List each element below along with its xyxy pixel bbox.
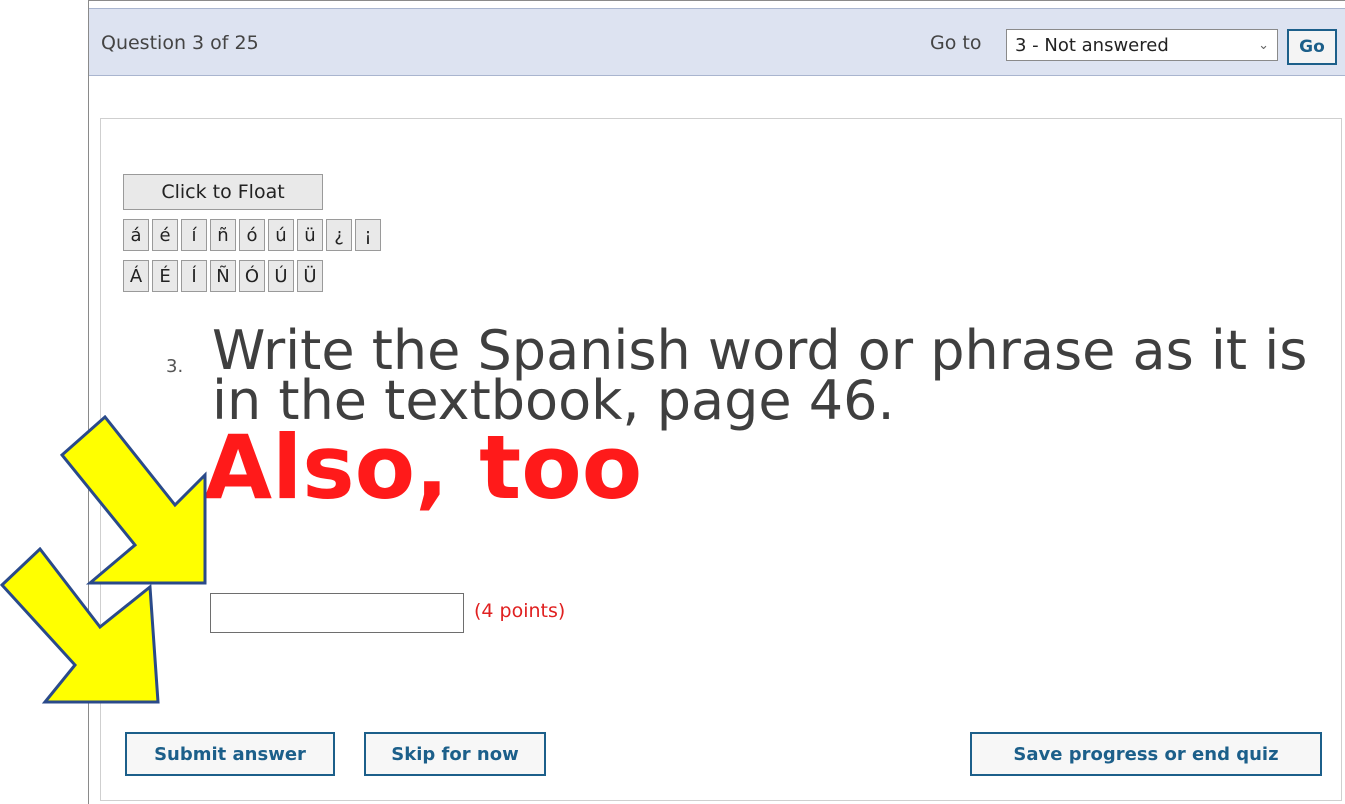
accent-key-inverted-exclamation[interactable]: ¡	[355, 219, 381, 251]
accent-key-E-acute[interactable]: É	[152, 260, 178, 292]
accent-key-o-acute[interactable]: ó	[239, 219, 265, 251]
accent-key-n-tilde[interactable]: ñ	[210, 219, 236, 251]
arrow-down-right-icon	[0, 547, 160, 704]
save-progress-button[interactable]: Save progress or end quiz	[970, 732, 1322, 776]
accent-key-U-umlaut[interactable]: Ü	[297, 260, 323, 292]
points-label: (4 points)	[474, 600, 566, 622]
answer-hint-text: Also, too	[204, 416, 643, 519]
submit-answer-button[interactable]: Submit answer	[125, 732, 335, 776]
click-to-float-button[interactable]: Click to Float	[123, 174, 323, 210]
go-button[interactable]: Go	[1287, 29, 1337, 65]
goto-label: Go to	[930, 32, 982, 54]
question-prompt: Write the Spanish word or phrase as it i…	[212, 319, 1308, 432]
accent-key-a-acute[interactable]: á	[123, 219, 149, 251]
accent-key-O-acute[interactable]: Ó	[239, 260, 265, 292]
accent-key-A-acute[interactable]: Á	[123, 260, 149, 292]
answer-input[interactable]	[210, 593, 464, 633]
goto-selected-value: 3 - Not answered	[1015, 34, 1169, 56]
accent-key-I-acute[interactable]: Í	[181, 260, 207, 292]
question-number: 3.	[166, 356, 184, 377]
accent-keys-uppercase: Á É Í Ñ Ó Ú Ü	[123, 260, 323, 292]
question-counter: Question 3 of 25	[101, 32, 259, 54]
goto-question-select[interactable]: 3 - Not answered ⌄	[1006, 29, 1278, 61]
accent-key-i-acute[interactable]: í	[181, 219, 207, 251]
accent-key-u-umlaut[interactable]: ü	[297, 219, 323, 251]
accent-key-U-acute[interactable]: Ú	[268, 260, 294, 292]
accent-keys-lowercase: á é í ñ ó ú ü ¿ ¡	[123, 219, 381, 251]
accent-key-u-acute[interactable]: ú	[268, 219, 294, 251]
skip-for-now-button[interactable]: Skip for now	[364, 732, 546, 776]
accent-key-e-acute[interactable]: é	[152, 219, 178, 251]
chevron-down-icon: ⌄	[1258, 37, 1269, 53]
accent-key-inverted-question[interactable]: ¿	[326, 219, 352, 251]
accent-key-N-tilde[interactable]: Ñ	[210, 260, 236, 292]
